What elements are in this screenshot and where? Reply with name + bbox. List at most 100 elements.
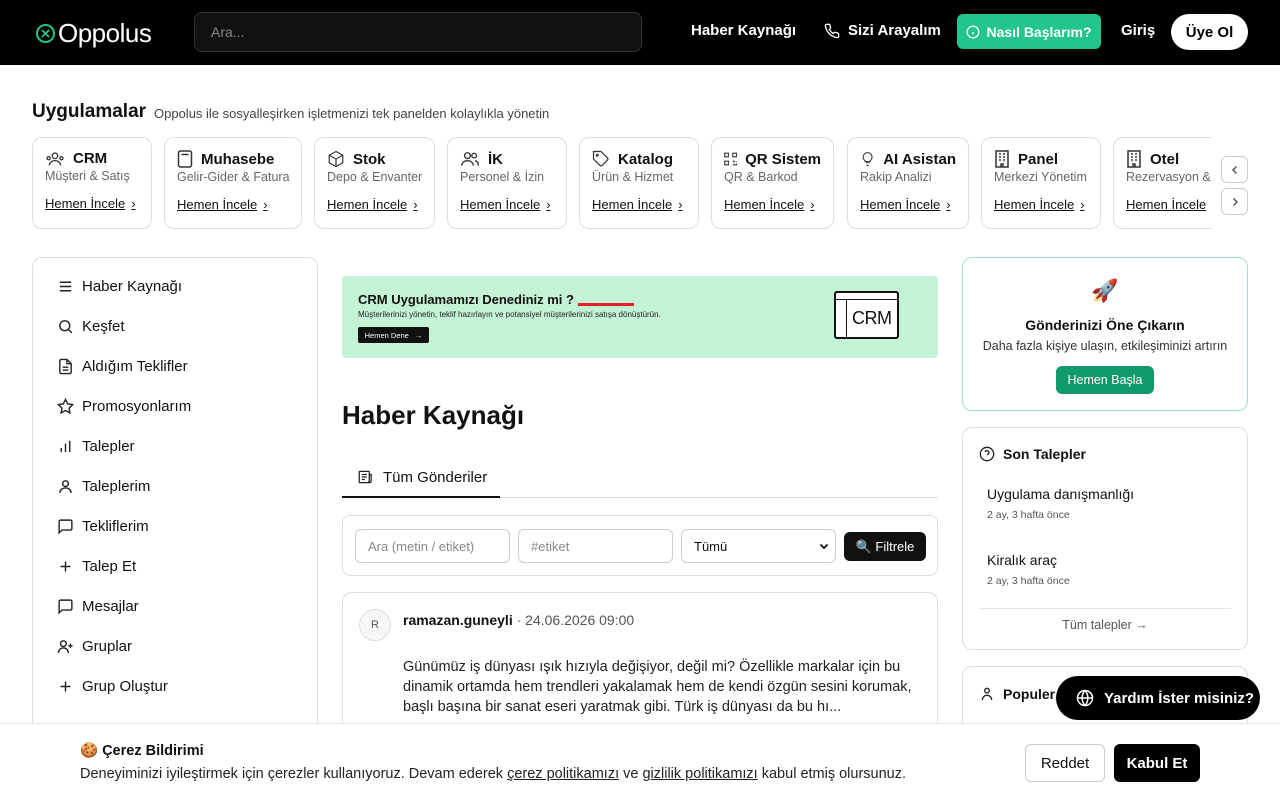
box-icon: [328, 150, 344, 168]
sidebar-item-my-offers[interactable]: Tekliflerim: [57, 518, 149, 535]
app-card-link[interactable]: Hemen İncele ›: [45, 196, 139, 211]
app-card-muhasebe[interactable]: Muhasebe Gelir-Gider & Fatura Hemen İnce…: [164, 137, 302, 229]
crm-window-icon: CRM: [834, 291, 899, 339]
banner-try-button[interactable]: Hemen Dene →: [358, 327, 429, 343]
apps-title: Uygulamalar: [32, 101, 147, 122]
plus-icon: [60, 681, 71, 692]
users-icon: [981, 687, 993, 701]
calculator-icon: [177, 150, 193, 168]
app-card-ik[interactable]: İK Personel & İzin Hemen İncele ›: [447, 137, 567, 229]
sidebar-item-create-request[interactable]: Talep Et: [57, 558, 136, 575]
document-icon: [59, 358, 72, 375]
chevron-right-icon: ›: [810, 197, 815, 212]
cookie-title: 🍪 Çerez Bildirimi: [80, 743, 204, 759]
search-input[interactable]: Ara...: [194, 12, 642, 52]
page-title: Haber Kaynağı: [342, 400, 525, 430]
banner-description: Müşterilerinizi yönetin, teklif hazırlay…: [358, 310, 661, 319]
arrow-right-icon: →: [414, 330, 423, 340]
promo-title: Gönderinizi Öne Çıkarın: [1025, 317, 1185, 333]
app-card-katalog[interactable]: Katalog Ürün & Hizmet Hemen İncele ›: [579, 137, 699, 229]
apps-subtitle: Oppolus ile sosyalleşirken işletmenizi t…: [154, 106, 550, 121]
sidebar: Haber Kaynağı Keşfet Aldığım Teklifler P…: [32, 257, 318, 757]
avatar[interactable]: R: [359, 609, 391, 641]
chevron-right-icon: [1232, 197, 1238, 206]
sidebar-item-promotions[interactable]: Promosyonlarım: [57, 398, 191, 415]
app-card-link[interactable]: Hemen İncele ›: [860, 197, 956, 212]
promote-post-card: 🚀 Gönderinizi Öne Çıkarın Daha fazla kiş…: [962, 257, 1248, 411]
divider: [979, 608, 1231, 609]
app-card-link[interactable]: Hemen İncele ›: [327, 197, 422, 212]
carousel-prev-button[interactable]: [1221, 156, 1248, 183]
post-text: Günümüz iş dünyası ışık hızıyla değişiyo…: [403, 659, 912, 715]
logo-text: Oppolus: [58, 18, 152, 48]
sidebar-item-requests[interactable]: Talepler: [57, 438, 135, 455]
user-icon: [59, 480, 72, 493]
reject-cookies-button[interactable]: Reddet: [1025, 744, 1105, 782]
app-card-link[interactable]: Hemen İncele ›: [724, 197, 821, 212]
nav-feed-link[interactable]: Haber Kaynağı: [691, 22, 796, 39]
hotel-icon: [1127, 150, 1141, 168]
request-item[interactable]: Uygulama danışmanlığı 2 ay, 3 hafta önce: [987, 486, 1134, 521]
login-link[interactable]: Giriş: [1121, 22, 1155, 39]
filter-search-input[interactable]: Ara (metin / etiket): [355, 529, 510, 563]
app-card-qr[interactable]: QR Sistem QR & Barkod Hemen İncele ›: [711, 137, 834, 229]
sidebar-item-received-offers[interactable]: Aldığım Teklifler: [57, 358, 188, 375]
promo-description: Daha fazla kişiye ulaşın, etkileşiminizi…: [982, 339, 1228, 353]
message-icon: [58, 519, 73, 535]
app-card-otel[interactable]: Otel Rezervasyon & Hemen İncele: [1113, 137, 1212, 229]
top-navbar: Oppolus Ara... Haber Kaynağı Sizi Arayal…: [0, 0, 1280, 65]
app-card-stok[interactable]: Stok Depo & Envanter Hemen İncele ›: [314, 137, 435, 229]
logo[interactable]: Oppolus: [36, 18, 152, 49]
cookie-banner: 🍪 Çerez Bildirimi Deneyiminizi iyileştir…: [0, 723, 1280, 800]
all-requests-link[interactable]: Tüm talepler →: [963, 618, 1247, 632]
crm-banner[interactable]: CRM Uygulamamızı Denediniz mi ? Müşteril…: [342, 276, 938, 358]
sidebar-item-create-group[interactable]: Grup Oluştur: [57, 678, 168, 695]
app-card-link[interactable]: Hemen İncele ›: [177, 197, 289, 212]
sidebar-item-discover[interactable]: Keşfet: [57, 318, 125, 335]
tab-all-posts[interactable]: Tüm Gönderiler: [342, 458, 500, 498]
post-date: 24.06.2026 09:00: [525, 612, 635, 628]
how-to-start-button[interactable]: Nasıl Başlarım?: [957, 14, 1101, 49]
promo-start-button[interactable]: Hemen Başla: [1056, 366, 1154, 394]
star-icon: [57, 398, 74, 415]
banner-title: CRM Uygulamamızı Denediniz mi ?: [358, 292, 574, 307]
popular-header: Populer: [979, 686, 1055, 702]
cookie-policy-link[interactable]: çerez politikamızı: [507, 766, 619, 782]
sidebar-item-my-requests[interactable]: Taleplerim: [57, 478, 150, 495]
signup-button[interactable]: Üye Ol: [1171, 14, 1248, 50]
cookie-text: Deneyiminizi iyileştirmek için çerezler …: [80, 766, 907, 782]
post-author[interactable]: ramazan.guneyli: [403, 612, 513, 628]
bar-chart-icon: [60, 440, 71, 453]
sidebar-item-messages[interactable]: Mesajlar: [57, 598, 139, 615]
app-card-panel[interactable]: Panel Merkezi Yönetim Hemen İncele ›: [981, 137, 1101, 229]
filter-tag-input[interactable]: #etiket: [518, 529, 673, 563]
filter-bar: Ara (metin / etiket) #etiket Tümü 🔍 Filt…: [342, 515, 938, 576]
sidebar-item-feed[interactable]: Haber Kaynağı: [57, 278, 182, 295]
carousel-next-button[interactable]: [1221, 188, 1248, 215]
sidebar-item-groups[interactable]: Gruplar: [57, 638, 132, 655]
newspaper-icon: [358, 470, 372, 484]
globe-icon: [1076, 689, 1094, 707]
app-card-link[interactable]: Hemen İncele ›: [994, 197, 1088, 212]
chevron-right-icon: ›: [1080, 197, 1085, 212]
chevron-down-icon: [819, 543, 829, 550]
help-button[interactable]: Yardım İster misiniz?: [1056, 676, 1260, 720]
app-card-link[interactable]: Hemen İncele: [1126, 197, 1212, 212]
filter-button[interactable]: 🔍 Filtrele: [844, 532, 926, 561]
request-item[interactable]: Kiralık araç 2 ay, 3 hafta önce: [987, 552, 1070, 587]
chevron-right-icon: ›: [413, 197, 418, 212]
banner-underline: [578, 303, 634, 306]
accept-cookies-button[interactable]: Kabul Et: [1114, 744, 1200, 782]
privacy-policy-link[interactable]: gizlilik politikamızı: [642, 766, 757, 782]
app-card-ai[interactable]: AI Asistan Rakip Analizi Hemen İncele ›: [847, 137, 969, 229]
nav-call-link[interactable]: Sizi Arayalım: [824, 22, 941, 39]
menu-icon: [59, 281, 72, 292]
phone-icon: [824, 23, 840, 38]
app-card-link[interactable]: Hemen İncele ›: [592, 197, 686, 212]
chevron-right-icon: ›: [946, 197, 951, 212]
app-card-crm[interactable]: CRM Müşteri & Satış Hemen İncele ›: [32, 137, 152, 229]
app-card-link[interactable]: Hemen İncele ›: [460, 197, 554, 212]
filter-type-select[interactable]: Tümü: [681, 529, 836, 563]
info-icon: [966, 25, 980, 38]
chevron-left-icon: [1231, 165, 1237, 174]
